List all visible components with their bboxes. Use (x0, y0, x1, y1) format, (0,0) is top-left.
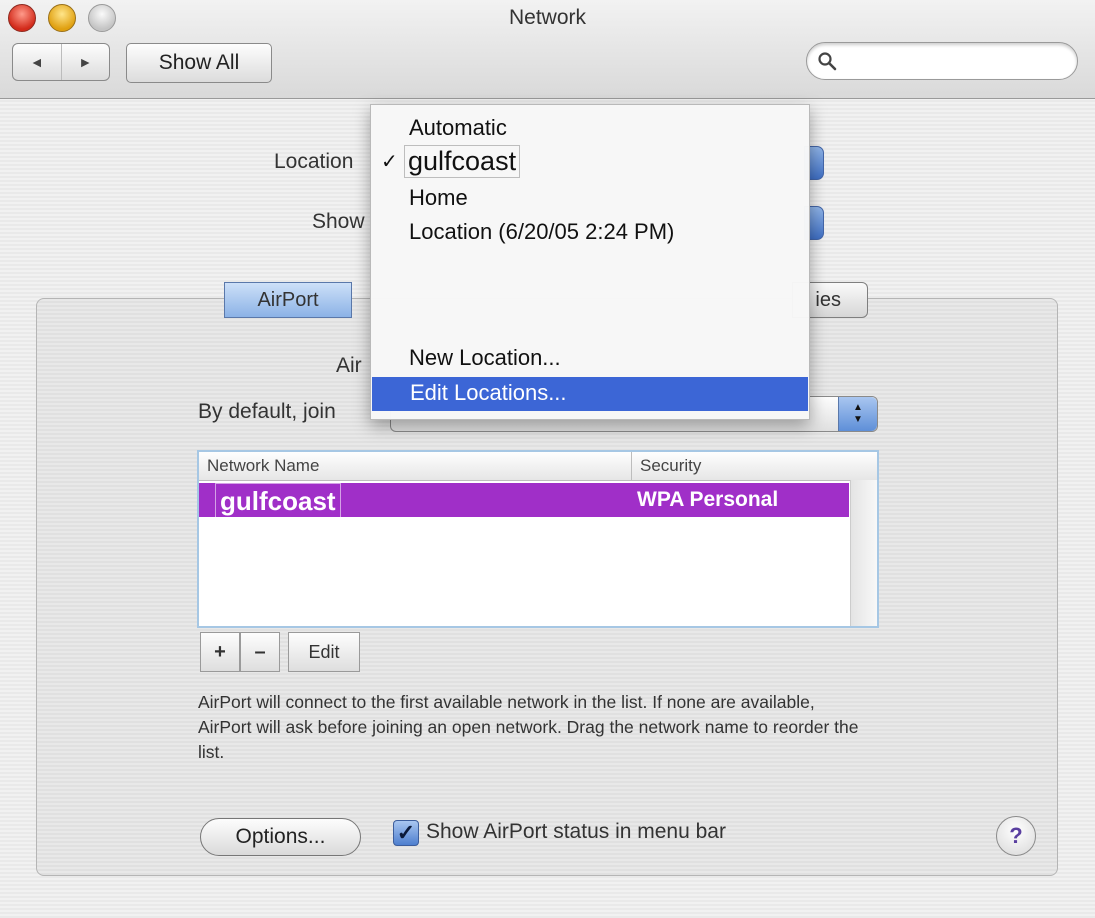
edit-network-button[interactable]: Edit (288, 632, 360, 672)
preferred-networks-table[interactable]: Network Name Security gulfcoast WPA Pers… (197, 450, 879, 628)
airport-help-text: AirPort will connect to the first availa… (198, 692, 859, 762)
help-button[interactable]: ? (996, 816, 1036, 856)
menu-item-edit-locations[interactable]: Edit Locations... (372, 377, 808, 411)
location-label: Location (274, 150, 354, 173)
popup-arrows-icon: ▲ ▼ (838, 397, 877, 431)
menu-item-label: gulfcoast (404, 145, 521, 178)
column-security[interactable]: Security (631, 452, 701, 480)
checkmark-icon: ✓ (381, 151, 398, 173)
forward-button[interactable]: ► (62, 44, 110, 80)
table-header: Network Name Security (199, 452, 877, 481)
show-status-label: Show AirPort status in menu bar (426, 820, 726, 843)
menu-item-label: Home (409, 185, 468, 210)
menu-item-label: Location (6/20/05 2:24 PM) (409, 219, 675, 244)
network-security-cell: WPA Personal (637, 488, 779, 511)
column-network-name[interactable]: Network Name (207, 456, 319, 476)
location-menu: Automatic ✓ gulfcoast Home Location (6/2… (370, 104, 810, 420)
search-field[interactable] (806, 42, 1078, 80)
join-label: By default, join (198, 400, 336, 423)
back-forward-control: ◄ ► (12, 43, 110, 81)
search-icon (818, 52, 837, 71)
menu-item-label: Automatic (409, 115, 507, 140)
window-title: Network (508, 6, 587, 29)
search-input[interactable] (845, 49, 1069, 75)
table-scrollbar[interactable] (850, 480, 877, 626)
options-button[interactable]: Options... (200, 818, 361, 856)
menu-item-label: New Location... (409, 345, 561, 370)
remove-network-button[interactable]: – (240, 632, 280, 672)
add-network-button[interactable]: + (200, 632, 240, 672)
tab-airport[interactable]: AirPort (224, 282, 352, 318)
show-status-checkbox[interactable]: ✓ (393, 820, 419, 846)
window-toolbar: Network ◄ ► Show All (0, 0, 1095, 99)
menu-item-label: Edit Locations... (410, 380, 567, 405)
show-all-button[interactable]: Show All (126, 43, 272, 83)
show-label: Show (312, 210, 365, 233)
back-button[interactable]: ◄ (13, 44, 62, 80)
network-name-cell: gulfcoast (215, 483, 341, 519)
airport-label: Air (336, 354, 362, 377)
table-row[interactable]: gulfcoast WPA Personal (199, 483, 849, 519)
